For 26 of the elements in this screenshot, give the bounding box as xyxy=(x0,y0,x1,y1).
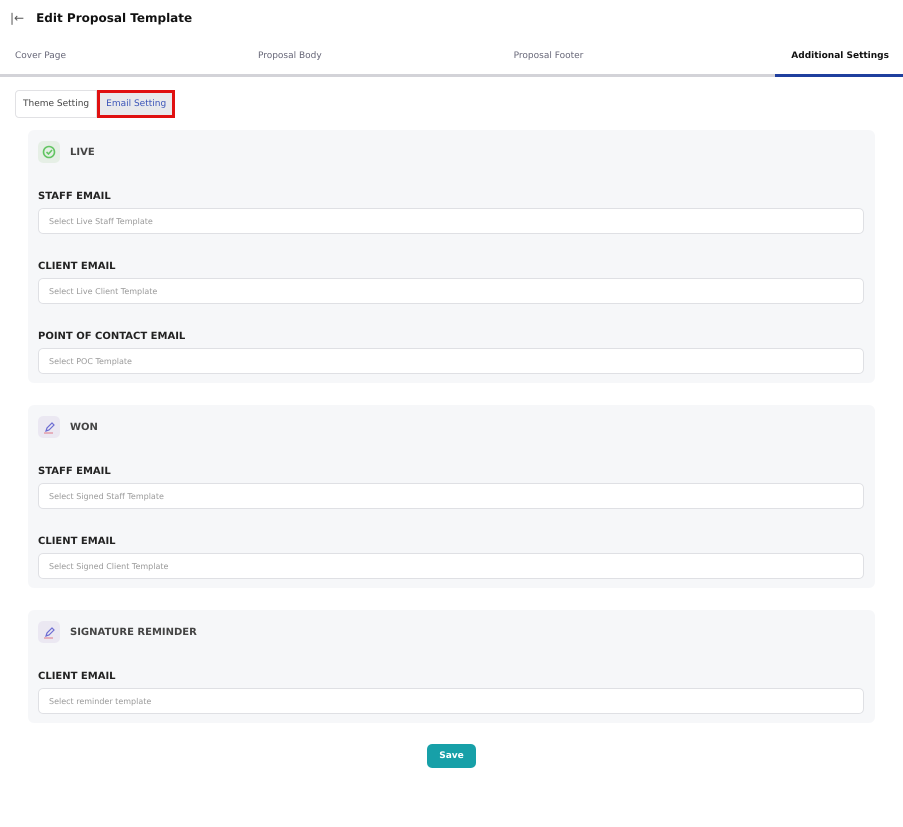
section-title: WON xyxy=(70,422,98,432)
select-field[interactable]: Select reminder template xyxy=(38,688,864,714)
field-label: POINT OF CONTACT EMAIL xyxy=(38,331,186,342)
field-label: CLIENT EMAIL xyxy=(38,261,117,272)
tab[interactable]: Proposal Footer xyxy=(514,46,584,77)
select-field[interactable]: Select Live Staff Template xyxy=(38,208,864,234)
select-field[interactable]: Select POC Template xyxy=(38,348,864,374)
tab[interactable]: Proposal Body xyxy=(258,46,322,77)
tab[interactable]: Cover Page xyxy=(15,46,66,77)
field-label: CLIENT EMAIL xyxy=(38,536,117,547)
select-field[interactable]: Select Signed Staff Template xyxy=(38,483,864,509)
select-field[interactable]: Select Live Client Template xyxy=(38,278,864,304)
field-label: STAFF EMAIL xyxy=(38,466,112,477)
field-label: STAFF EMAIL xyxy=(38,191,112,202)
tab[interactable]: Theme Setting xyxy=(15,90,98,118)
tab[interactable]: Email Setting xyxy=(97,90,176,118)
page-title: Edit Proposal Template xyxy=(36,11,192,25)
field-label: CLIENT EMAIL xyxy=(38,671,117,682)
select-field[interactable]: Select Signed Client Template xyxy=(38,553,864,579)
back-button[interactable]: |← xyxy=(10,11,24,25)
section-title: SIGNATURE REMINDER xyxy=(70,626,197,638)
section-title: LIVE xyxy=(70,146,95,158)
tab[interactable]: Additional Settings xyxy=(775,46,903,77)
pen-icon xyxy=(38,416,60,438)
pen-icon xyxy=(38,621,60,643)
save-button[interactable]: Save xyxy=(427,744,476,768)
